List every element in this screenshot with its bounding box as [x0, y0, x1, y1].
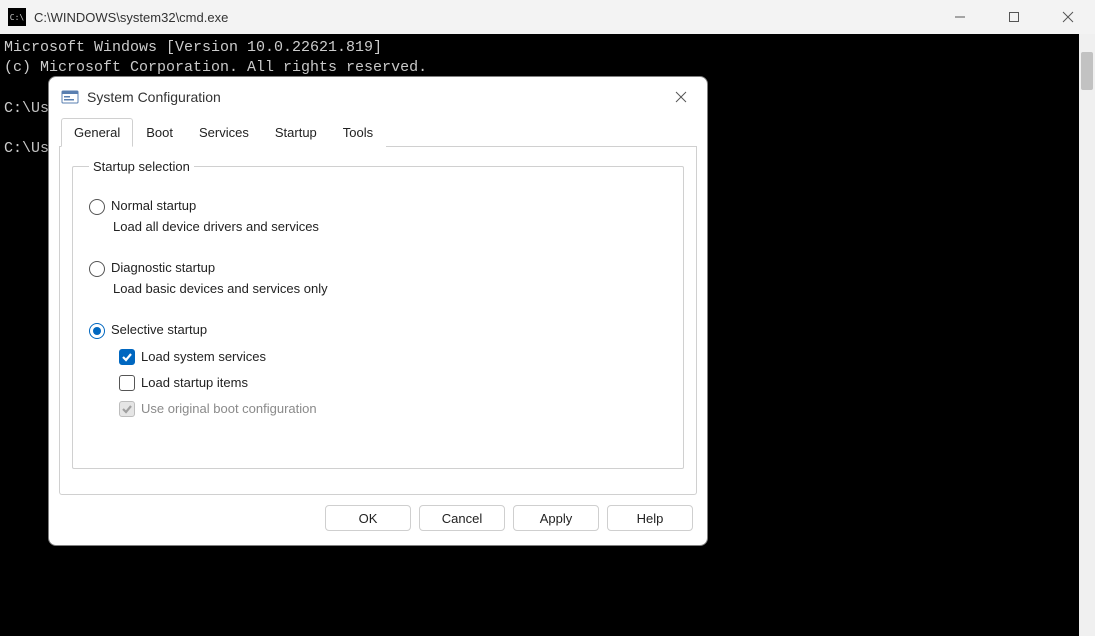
load-startup-items-option[interactable]: Load startup items — [119, 375, 667, 391]
checkbox-load-system[interactable] — [119, 349, 135, 365]
cancel-button[interactable]: Cancel — [419, 505, 505, 531]
ok-button[interactable]: OK — [325, 505, 411, 531]
cmd-titlebar: C:\ C:\WINDOWS\system32\cmd.exe — [0, 0, 1095, 34]
minimize-button[interactable] — [933, 0, 987, 34]
original-boot-option: Use original boot configuration — [119, 401, 667, 417]
tab-general[interactable]: General — [61, 118, 133, 147]
maximize-button[interactable] — [987, 0, 1041, 34]
radio-normal[interactable] — [89, 199, 105, 215]
radio-diagnostic[interactable] — [89, 261, 105, 277]
load-startup-label: Load startup items — [141, 375, 248, 390]
dialog-title: System Configuration — [87, 89, 661, 105]
tab-startup[interactable]: Startup — [262, 118, 330, 147]
tab-tools[interactable]: Tools — [330, 118, 386, 147]
tabs-wrap: General Boot Services Startup Tools — [49, 117, 707, 147]
selective-startup-label: Selective startup — [111, 322, 207, 337]
diagnostic-startup-option[interactable]: Diagnostic startup — [89, 260, 667, 277]
tab-panel-general: Startup selection Normal startup Load al… — [59, 147, 697, 495]
cmd-line: Microsoft Windows [Version 10.0.22621.81… — [4, 39, 382, 56]
group-legend: Startup selection — [89, 159, 194, 174]
load-system-services-option[interactable]: Load system services — [119, 349, 667, 365]
msconfig-icon — [61, 88, 79, 106]
normal-startup-option[interactable]: Normal startup — [89, 198, 667, 215]
system-configuration-dialog: System Configuration General Boot Servic… — [48, 76, 708, 546]
radio-selective[interactable] — [89, 323, 105, 339]
scrollbar-track[interactable] — [1079, 34, 1095, 636]
checkbox-load-startup[interactable] — [119, 375, 135, 391]
close-button[interactable] — [1041, 0, 1095, 34]
diagnostic-startup-desc: Load basic devices and services only — [113, 281, 667, 296]
cmd-title: C:\WINDOWS\system32\cmd.exe — [34, 10, 933, 25]
cmd-icon: C:\ — [8, 8, 26, 26]
selective-startup-option[interactable]: Selective startup — [89, 322, 667, 339]
dialog-close-button[interactable] — [661, 82, 701, 112]
load-system-label: Load system services — [141, 349, 266, 364]
diagnostic-startup-label: Diagnostic startup — [111, 260, 215, 275]
startup-selection-group: Startup selection Normal startup Load al… — [72, 159, 684, 469]
original-boot-label: Use original boot configuration — [141, 401, 317, 416]
tab-services[interactable]: Services — [186, 118, 262, 147]
checkbox-original-boot — [119, 401, 135, 417]
dialog-buttons: OK Cancel Apply Help — [49, 495, 707, 545]
scrollbar-thumb[interactable] — [1081, 52, 1093, 90]
normal-startup-label: Normal startup — [111, 198, 196, 213]
dialog-titlebar: System Configuration — [49, 77, 707, 117]
help-button[interactable]: Help — [607, 505, 693, 531]
window-controls — [933, 0, 1095, 34]
cmd-line: (c) Microsoft Corporation. All rights re… — [4, 59, 427, 76]
apply-button[interactable]: Apply — [513, 505, 599, 531]
tab-boot[interactable]: Boot — [133, 118, 186, 147]
tablist: General Boot Services Startup Tools — [59, 117, 697, 147]
normal-startup-desc: Load all device drivers and services — [113, 219, 667, 234]
